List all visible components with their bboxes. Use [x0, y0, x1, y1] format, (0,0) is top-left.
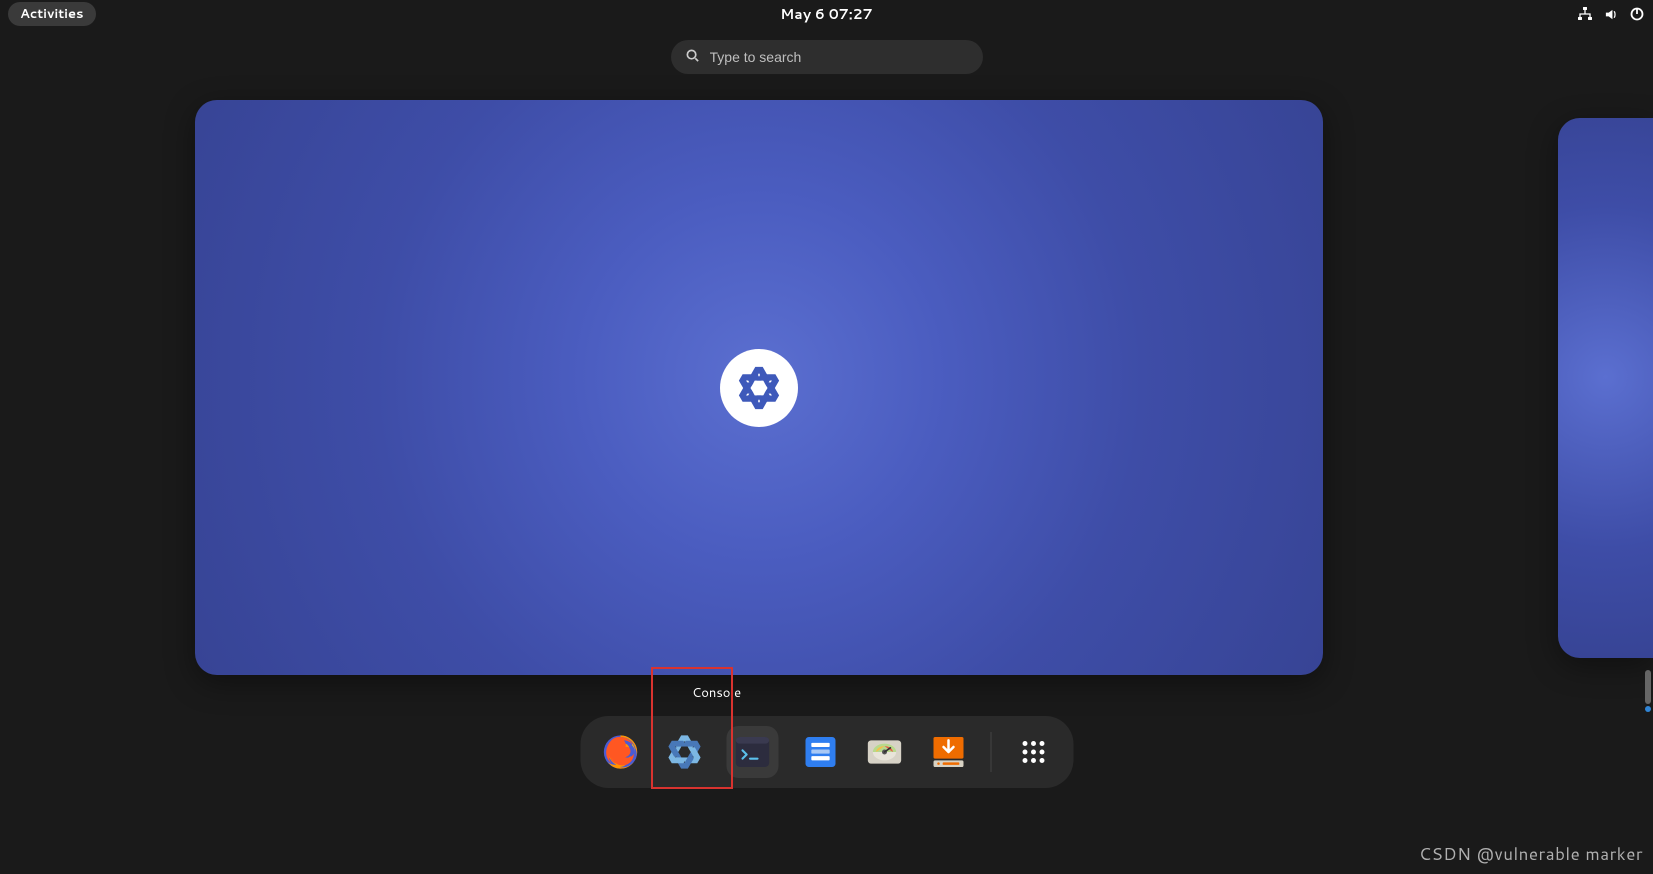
scrollbar-accent [1645, 706, 1651, 712]
dash-separator [990, 732, 991, 772]
dash [580, 716, 1073, 788]
power-icon[interactable] [1629, 6, 1645, 22]
top-bar: Activities May 6 07:27 [0, 0, 1653, 28]
status-area[interactable] [1577, 6, 1645, 22]
app-console[interactable] [726, 726, 778, 778]
watermark-text: CSDN @vulnerable marker [1419, 842, 1643, 866]
search-input[interactable] [710, 49, 969, 65]
search-icon [685, 46, 700, 69]
activities-button[interactable]: Activities [8, 2, 96, 26]
dash-tooltip: Console [692, 684, 741, 702]
network-wired-icon[interactable] [1577, 6, 1593, 22]
volume-icon[interactable] [1603, 6, 1619, 22]
app-files[interactable] [798, 730, 842, 774]
app-disks[interactable] [862, 730, 906, 774]
app-firefox[interactable] [598, 730, 642, 774]
workspace-thumbnail-1[interactable] [195, 100, 1323, 675]
scrollbar-thumb[interactable] [1645, 670, 1651, 704]
workspace-thumbnail-2[interactable] [1558, 118, 1653, 658]
app-gparted[interactable] [926, 730, 970, 774]
search-bar[interactable] [671, 40, 983, 74]
show-apps-button[interactable] [1011, 730, 1055, 774]
datetime-label[interactable]: May 6 07:27 [780, 4, 872, 24]
nixos-logo-icon [720, 349, 798, 427]
app-nixos-manual[interactable] [662, 730, 706, 774]
